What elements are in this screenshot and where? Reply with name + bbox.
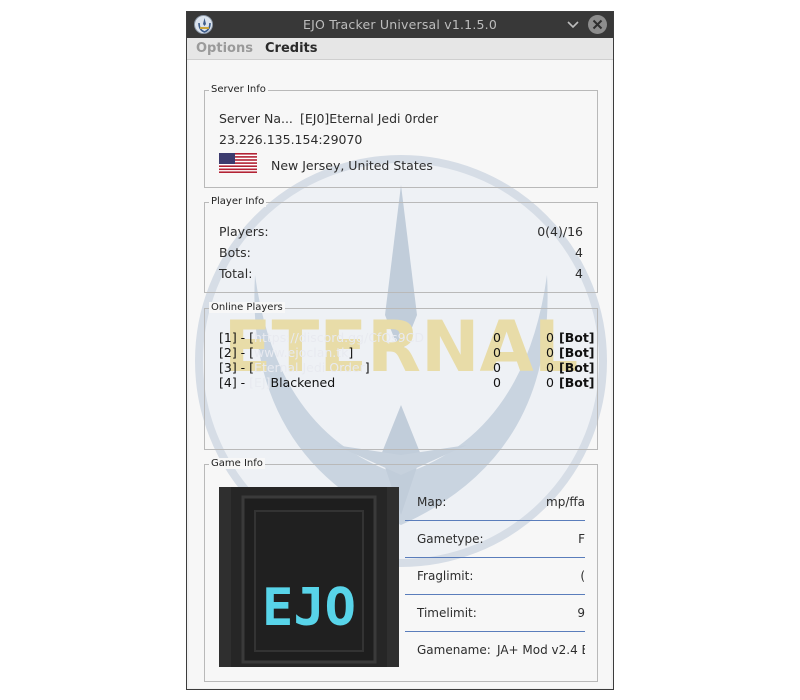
us-flag-icon [219, 153, 257, 173]
app-window: EJO Tracker Universal v1.1.5.0 Options C… [186, 11, 614, 690]
player-score: 0 [493, 375, 501, 390]
fraglimit-row: Fraglimit: ( [405, 559, 585, 595]
map-value: mp/ffa [546, 495, 585, 509]
fraglimit-value: ( [580, 569, 585, 583]
game-info-title: Game Info [209, 458, 265, 469]
bots-value: 4 [575, 245, 583, 260]
menu-credits[interactable]: Credits [265, 41, 317, 56]
players-label: Players: [219, 224, 269, 239]
player-name: www.ejoclan.tk [254, 345, 349, 360]
total-value: 4 [575, 266, 583, 281]
gametype-row: Gametype: F [405, 522, 585, 558]
title-bar[interactable]: EJO Tracker Universal v1.1.5.0 [187, 12, 613, 38]
player-score: 0 [493, 360, 501, 375]
map-levelshot-image: EJO [219, 487, 399, 667]
timelimit-label: Timelimit: [417, 606, 477, 620]
main-panel: ETERNAL Server Info Server Na... [EJ0]Et… [189, 60, 611, 688]
player-name: https://discord.gg/CfQs9CD [254, 330, 424, 345]
online-players-title: Online Players [209, 302, 285, 313]
server-info-title: Server Info [209, 84, 268, 95]
player-ping: 0 [546, 375, 554, 390]
window-title: EJO Tracker Universal v1.1.5.0 [303, 17, 497, 32]
gamename-row: Gamename: JA+ Mod v2.4 B [405, 633, 585, 669]
player-row[interactable]: [1] - [https://discord.gg/CfQs9CD 0 0 [B… [219, 330, 595, 345]
server-name-value: [EJ0]Eternal Jedi 0rder [300, 111, 439, 126]
server-address: 23.226.135.154:29070 [219, 132, 363, 147]
player-row[interactable]: [4] - [EJ]Blackened 0 0 [Bot] [219, 375, 595, 390]
game-info-group: Game Info EJO Map: mp/ffa Gametype: F Fr… [204, 458, 598, 682]
gamename-value: JA+ Mod v2.4 B [497, 643, 585, 657]
server-info-group: Server Info Server Na... [EJ0]Eternal Je… [204, 84, 598, 188]
fraglimit-label: Fraglimit: [417, 569, 474, 583]
gametype-label: Gametype: [417, 532, 484, 546]
bot-tag: [Bot] [559, 345, 595, 360]
player-row[interactable]: [3] - [Eternal Jedi Order] 0 0 [Bot] [219, 360, 595, 375]
player-name: [EJ] [249, 375, 271, 390]
timelimit-value: 9 [577, 606, 585, 620]
menu-options[interactable]: Options [196, 41, 253, 56]
close-icon [592, 19, 603, 30]
map-label: Map: [417, 495, 447, 509]
player-info-title: Player Info [209, 196, 267, 207]
player-info-group: Player Info Players: 0(4)/16 Bots: 4 Tot… [204, 196, 598, 293]
player-name: Eternal Jedi Order [254, 360, 365, 375]
player-score: 0 [493, 330, 501, 345]
bot-tag: [Bot] [559, 360, 595, 375]
online-players-group: Online Players [1] - [https://discord.gg… [204, 302, 598, 450]
gametype-value: F [578, 532, 585, 546]
total-label: Total: [219, 266, 253, 281]
player-ping: 0 [546, 360, 554, 375]
close-button[interactable] [588, 15, 607, 34]
gamename-label: Gamename: [417, 643, 491, 657]
bots-label: Bots: [219, 245, 251, 260]
server-location: New Jersey, United States [271, 158, 433, 173]
levelshot-text: EJO [262, 578, 356, 638]
player-score: 0 [493, 345, 501, 360]
bot-tag: [Bot] [559, 330, 595, 345]
timelimit-row: Timelimit: 9 [405, 596, 585, 632]
player-ping: 0 [546, 345, 554, 360]
player-ping: 0 [546, 330, 554, 345]
player-row[interactable]: [2] - [www.ejoclan.tk] 0 0 [Bot] [219, 345, 595, 360]
bot-tag: [Bot] [559, 375, 595, 390]
players-value: 0(4)/16 [537, 224, 583, 239]
menu-bar: Options Credits [187, 38, 613, 60]
server-name-label: Server Na... [219, 111, 293, 126]
map-row: Map: mp/ffa [405, 485, 585, 521]
minimize-chevron-icon[interactable] [565, 17, 581, 33]
